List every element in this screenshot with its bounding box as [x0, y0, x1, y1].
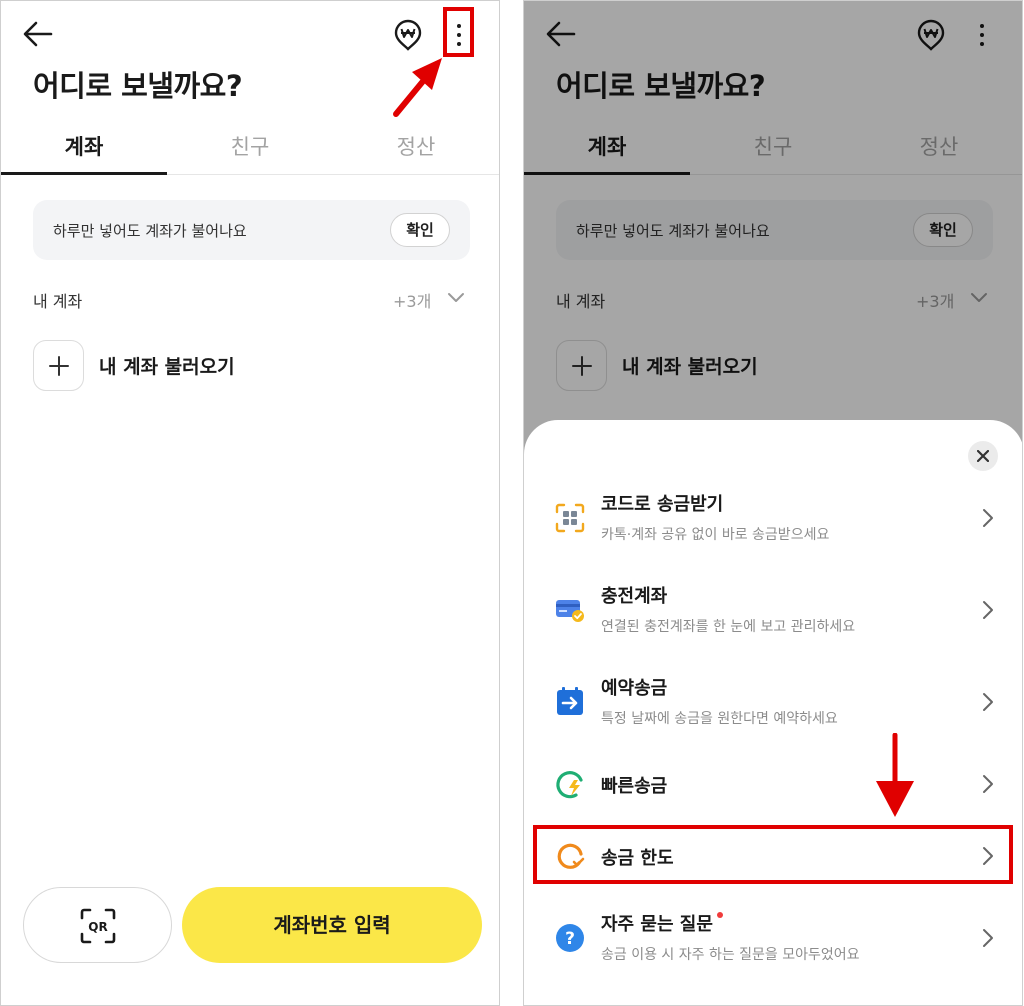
menu-item-title: 충전계좌	[601, 586, 668, 607]
qr-scan-button[interactable]: QR	[23, 887, 172, 963]
menu-item-subtitle: 송금 이용 시 자주 하는 질문을 모아두었어요	[601, 947, 860, 963]
new-badge-dot	[716, 912, 723, 918]
menu-item-title: 빠른송금	[601, 776, 668, 797]
enter-account-number-button[interactable]: 계좌번호 입력	[182, 887, 482, 963]
tab-account[interactable]: 계좌	[1, 119, 167, 175]
menu-item-quick-transfer[interactable]: 빠른송금	[524, 764, 1022, 814]
my-accounts-label: 내 계좌	[33, 292, 83, 311]
options-bottom-sheet: 코드로 송금받기 카톡·계좌 공유 없이 바로 송금받으세요 충전계좌 연결된 …	[524, 420, 1022, 1005]
kakaopay-won-icon[interactable]	[393, 19, 423, 51]
chevron-right-icon	[983, 509, 993, 527]
calendar-arrow-icon	[557, 687, 583, 715]
add-account-label[interactable]: 내 계좌 불러오기	[99, 352, 235, 379]
svg-text:?: ?	[565, 929, 575, 949]
menu-item-title: 코드로 송금받기	[601, 494, 724, 515]
chevron-right-icon	[983, 693, 993, 711]
promo-banner-text: 하루만 넣어도 계좌가 불어나요	[53, 222, 247, 240]
qr-icon: QR	[80, 908, 116, 944]
menu-item-subtitle: 특정 날짜에 송금을 원한다면 예약하세요	[601, 711, 838, 727]
back-arrow-icon[interactable]	[21, 19, 55, 49]
chevron-right-icon	[983, 929, 993, 947]
menu-item-charge-account[interactable]: 충전계좌 연결된 충전계좌를 한 눈에 보고 관리하세요	[524, 578, 1022, 648]
chevron-right-icon	[983, 601, 993, 619]
question-icon: ?	[556, 924, 584, 952]
menu-item-faq[interactable]: ? 자주 묻는 질문 송금 이용 시 자주 하는 질문을 모아두었어요	[524, 906, 1022, 976]
chevron-right-icon	[983, 775, 993, 793]
menu-item-scheduled-transfer[interactable]: 예약송금 특정 날짜에 송금을 원한다면 예약하세요	[524, 670, 1022, 740]
close-icon	[977, 450, 989, 462]
red-arrow-pointer-icon	[393, 58, 442, 117]
card-check-icon	[556, 600, 584, 622]
plus-icon	[49, 356, 69, 376]
menu-item-title-text: 자주 묻는 질문	[601, 914, 713, 935]
tab-bar: 계좌 친구 정산	[1, 119, 499, 175]
transfer-screen: 어디로 보낼까요? 계좌 친구 정산 하루만 넣어도 계좌가 불어나요 확인 내…	[0, 0, 500, 1006]
add-account-button[interactable]	[33, 340, 84, 391]
menu-item-code-receive[interactable]: 코드로 송금받기 카톡·계좌 공유 없이 바로 송금받으세요	[524, 486, 1022, 556]
page-title: 어디로 보낼까요?	[33, 69, 243, 103]
chevron-down-icon[interactable]	[446, 291, 466, 305]
lightning-refresh-icon	[556, 771, 583, 799]
tab-friend[interactable]: 친구	[167, 119, 333, 174]
menu-item-subtitle: 카톡·계좌 공유 없이 바로 송금받으세요	[601, 527, 830, 543]
promo-banner: 하루만 넣어도 계좌가 불어나요 확인	[33, 200, 470, 260]
qr-label: QR	[88, 920, 107, 934]
confirm-button[interactable]: 확인	[390, 213, 450, 247]
tab-settlement[interactable]: 정산	[333, 119, 499, 174]
account-count[interactable]: +3개	[393, 288, 431, 312]
code-scan-icon	[555, 503, 585, 533]
menu-item-title: 예약송금	[601, 678, 668, 699]
highlight-box-transfer-limit	[533, 825, 1013, 884]
menu-item-title: 자주 묻는 질문	[601, 910, 723, 936]
red-arrow-down-icon	[876, 733, 914, 817]
close-button[interactable]	[968, 441, 998, 471]
highlight-box-more-options	[443, 7, 474, 57]
menu-item-subtitle: 연결된 충전계좌를 한 눈에 보고 관리하세요	[601, 619, 856, 635]
